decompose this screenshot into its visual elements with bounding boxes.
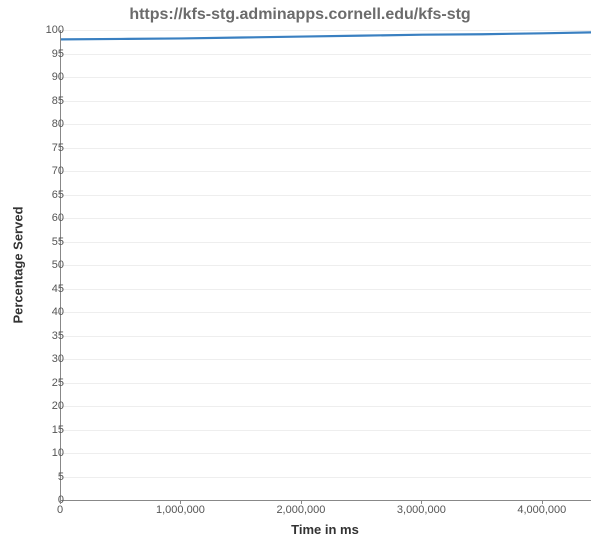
gridline-h [61,124,591,125]
gridline-h [61,453,591,454]
y-tick-label: 90 [24,71,64,83]
x-tick-mark [542,500,543,504]
y-tick-label: 50 [24,259,64,271]
y-tick-label: 40 [24,306,64,318]
gridline-h [61,406,591,407]
y-tick-label: 15 [24,424,64,436]
gridline-h [61,336,591,337]
gridline-h [61,383,591,384]
x-tick-label: 2,000,000 [276,504,325,516]
gridline-h [61,54,591,55]
gridline-h [61,430,591,431]
y-tick-label: 25 [24,377,64,389]
y-tick-label: 100 [24,24,64,36]
gridline-h [61,77,591,78]
gridline-h [61,242,591,243]
x-tick-mark [421,500,422,504]
y-tick-label: 65 [24,189,64,201]
x-tick-mark [60,500,61,504]
y-tick-label: 45 [24,283,64,295]
gridline-h [61,148,591,149]
x-tick-label: 0 [57,504,63,516]
y-tick-label: 85 [24,95,64,107]
y-tick-label: 55 [24,236,64,248]
gridline-h [61,218,591,219]
y-tick-label: 95 [24,48,64,60]
gridline-h [61,359,591,360]
gridline-h [61,171,591,172]
y-tick-label: 75 [24,142,64,154]
gridline-h [61,30,591,31]
gridline-h [61,265,591,266]
y-tick-label: 10 [24,447,64,459]
x-tick-label: 3,000,000 [397,504,446,516]
y-tick-label: 30 [24,353,64,365]
x-tick-mark [301,500,302,504]
gridline-h [61,289,591,290]
y-tick-label: 5 [24,471,64,483]
y-tick-label: 80 [24,118,64,130]
y-tick-label: 60 [24,212,64,224]
y-tick-label: 70 [24,165,64,177]
chart-title: https://kfs-stg.adminapps.cornell.edu/kf… [0,6,600,24]
gridline-h [61,101,591,102]
gridline-h [61,312,591,313]
y-tick-label: 35 [24,330,64,342]
y-tick-label: 20 [24,400,64,412]
plot-area [60,30,591,501]
x-tick-mark [180,500,181,504]
x-tick-label: 1,000,000 [156,504,205,516]
gridline-h [61,477,591,478]
gridline-h [61,195,591,196]
x-tick-label: 4,000,000 [517,504,566,516]
x-axis-label: Time in ms [60,522,590,537]
